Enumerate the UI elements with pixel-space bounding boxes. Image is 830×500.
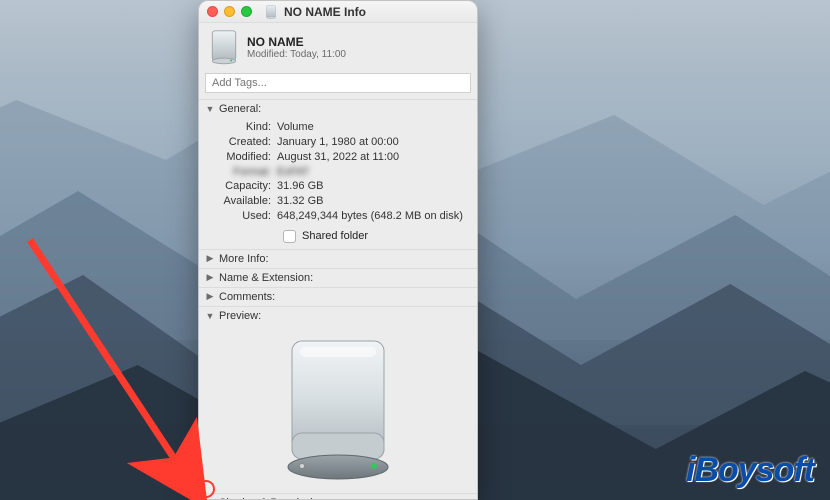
info-header: NO NAME Modified: Today, 11:00 [199, 23, 477, 73]
chevron-right-icon: ▶ [205, 291, 215, 302]
section-label: Comments: [219, 291, 275, 303]
section-label: More Info: [219, 253, 269, 265]
tags-input[interactable] [205, 73, 471, 93]
watermark-rest: Boysoft [694, 451, 814, 490]
get-info-window: NO NAME Info NO NAME Modified: To [198, 0, 478, 500]
section-label: Sharing & Permissions: [219, 497, 333, 499]
section-comments-header[interactable]: ▶ Comments: [199, 287, 477, 306]
chevron-right-icon: ▶ [205, 253, 215, 264]
used-value: 648,249,344 bytes (648.2 MB on disk) [277, 209, 471, 224]
close-icon[interactable] [207, 6, 218, 17]
watermark-logo: iBoysoft [686, 451, 814, 490]
kind-value: Volume [277, 120, 471, 135]
chevron-down-icon: ▼ [205, 311, 215, 321]
minimize-icon[interactable] [224, 6, 235, 17]
volume-icon [209, 29, 239, 65]
chevron-right-icon: ▶ [205, 272, 215, 283]
capacity-value: 31.96 GB [277, 179, 471, 194]
chevron-down-icon: ▼ [205, 104, 215, 114]
created-label: Created: [205, 135, 277, 150]
modified-summary: Modified: Today, 11:00 [247, 49, 346, 60]
available-label: Available: [205, 194, 277, 209]
volume-name: NO NAME [247, 35, 346, 49]
window-controls [207, 6, 252, 17]
titlebar[interactable]: NO NAME Info [199, 1, 477, 23]
section-more-info-header[interactable]: ▶ More Info: [199, 249, 477, 268]
annotation-circle [197, 480, 215, 498]
shared-folder-checkbox[interactable] [283, 230, 296, 243]
capacity-label: Capacity: [205, 179, 277, 194]
section-name-ext-header[interactable]: ▶ Name & Extension: [199, 268, 477, 287]
window-title: NO NAME Info [284, 5, 366, 19]
preview-image [205, 327, 471, 487]
section-preview-header[interactable]: ▼ Preview: [199, 306, 477, 325]
modified-value: August 31, 2022 at 11:00 [277, 150, 471, 165]
section-general-header[interactable]: ▼ General: [199, 99, 477, 118]
section-label: General: [219, 103, 261, 115]
created-value: January 1, 1980 at 00:00 [277, 135, 471, 150]
used-label: Used: [205, 209, 277, 224]
available-value: 31.32 GB [277, 194, 471, 209]
section-label: Preview: [219, 310, 261, 322]
volume-icon [264, 5, 278, 19]
section-label: Name & Extension: [219, 272, 313, 284]
kind-label: Kind: [205, 120, 277, 135]
section-sharing-header[interactable]: ▶ Sharing & Permissions: [199, 493, 477, 499]
zoom-icon[interactable] [241, 6, 252, 17]
modified-label: Modified: [205, 150, 277, 165]
shared-folder-label: Shared folder [302, 230, 368, 242]
section-general-body: Kind:Volume Created:January 1, 1980 at 0… [199, 118, 477, 249]
format-row-blurred: Format:ExFAT [205, 165, 471, 180]
